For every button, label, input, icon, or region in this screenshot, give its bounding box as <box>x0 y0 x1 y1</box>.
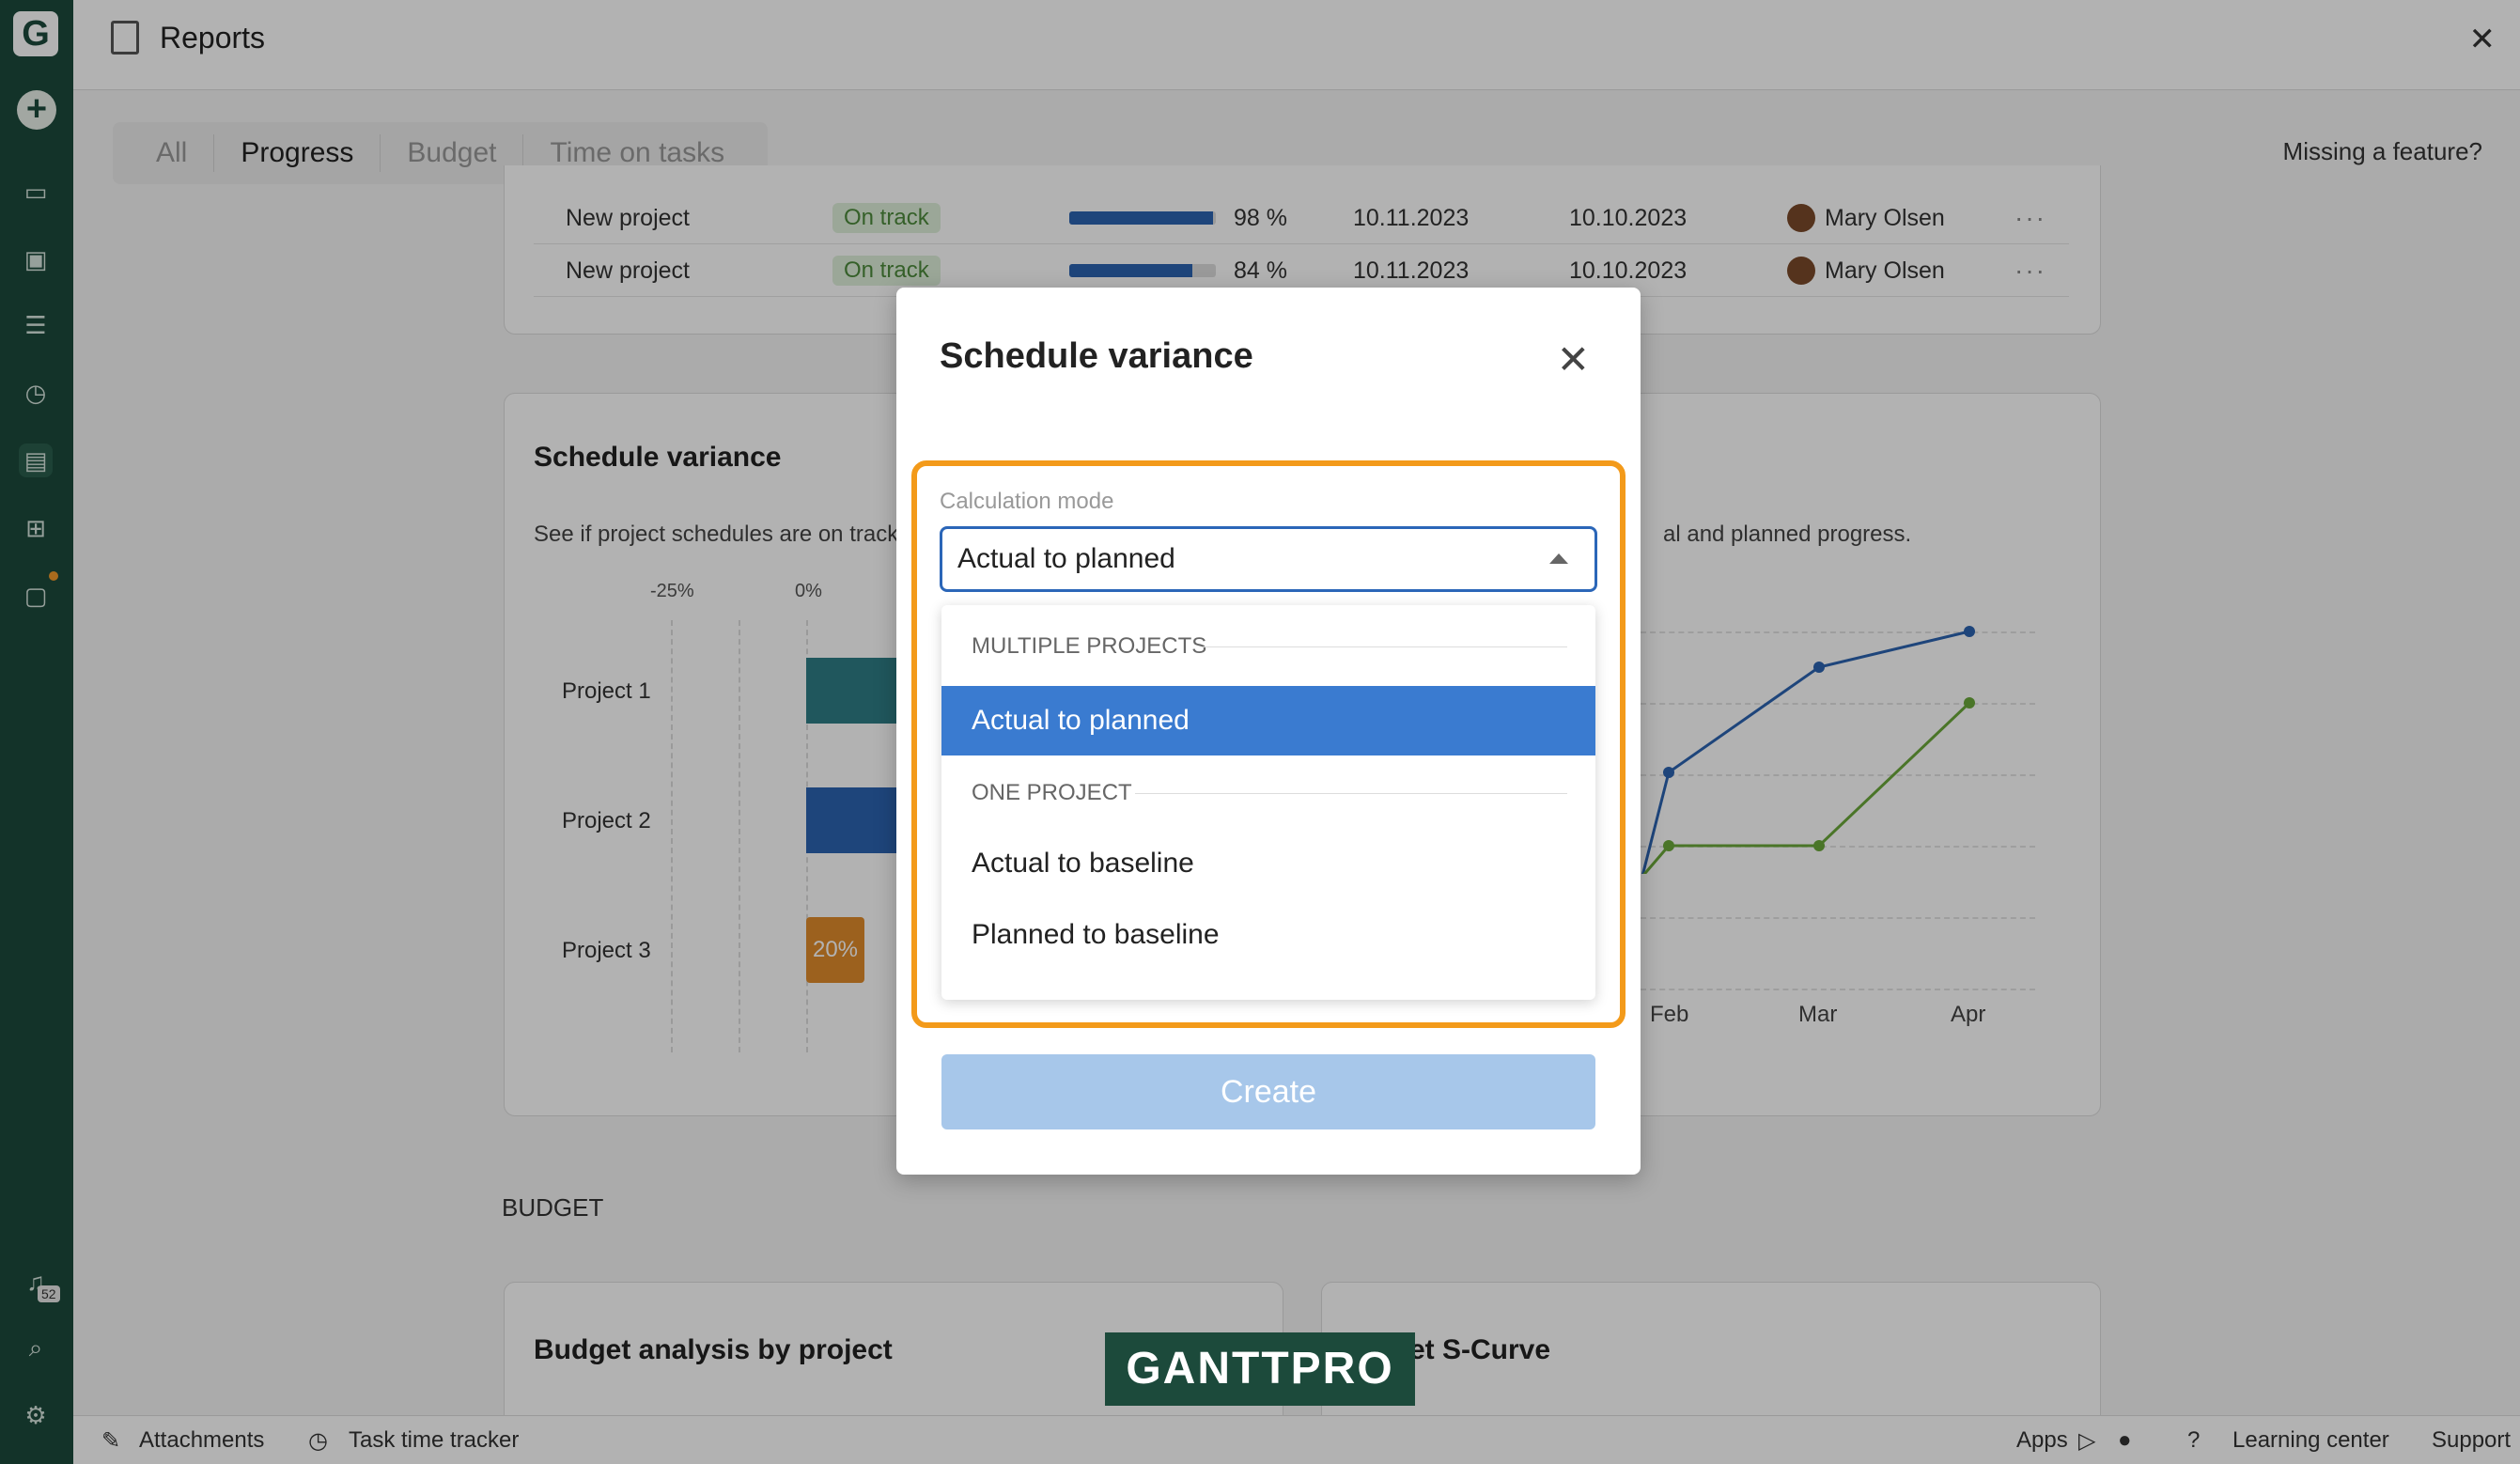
option-actual-to-planned[interactable]: Actual to planned <box>941 686 1595 755</box>
calculation-mode-dropdown: MULTIPLE PROJECTS Actual to planned ONE … <box>941 605 1595 1000</box>
group-one-project: ONE PROJECT <box>972 780 1132 805</box>
calculation-mode-select[interactable]: Actual to planned <box>940 526 1597 592</box>
close-icon[interactable]: ✕ <box>1557 336 1590 382</box>
calculation-mode-value: Actual to planned <box>957 543 1175 574</box>
caret-up-icon <box>1549 553 1568 564</box>
option-planned-to-baseline[interactable]: Planned to baseline <box>941 900 1595 970</box>
dialog-title: Schedule variance <box>940 336 1253 376</box>
group-multiple-projects: MULTIPLE PROJECTS <box>972 633 1207 659</box>
option-actual-to-baseline[interactable]: Actual to baseline <box>941 829 1595 898</box>
ganttpro-watermark: GANTTPRO <box>1105 1332 1415 1406</box>
schedule-variance-dialog: Schedule variance ✕ Calculation mode Act… <box>896 288 1641 1175</box>
create-button[interactable]: Create <box>941 1054 1595 1129</box>
calculation-mode-label: Calculation mode <box>940 489 1114 514</box>
